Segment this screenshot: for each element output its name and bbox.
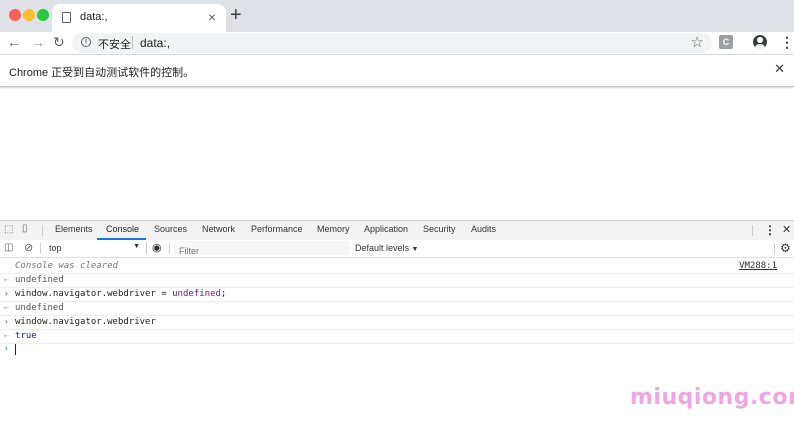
browser-toolbar: ← → ↻ i 不安全 data:, ☆ C ⋮ [0, 32, 794, 55]
settings-gear-icon[interactable]: ⚙ [780, 241, 791, 255]
extension-icon[interactable]: C [719, 35, 733, 49]
console-input-text: window.navigator.webdriver [15, 317, 156, 327]
reload-button[interactable]: ↻ [53, 34, 65, 50]
automation-infobar: Chrome 正受到自动测试软件的控制。 ✕ [0, 55, 794, 87]
divider [132, 36, 133, 49]
browser-tab[interactable]: data:, × [52, 4, 226, 32]
watermark: miuqiong.com [630, 385, 794, 410]
bookmark-star-icon[interactable]: ☆ [691, 33, 704, 51]
new-tab-button[interactable]: + [230, 4, 242, 26]
divider [752, 225, 753, 236]
eye-icon[interactable]: ◉ [152, 241, 162, 254]
console-row: › window.navigator.webdriver = undefined… [0, 288, 794, 302]
result-arrow-icon: ⇠ [4, 275, 9, 284]
result-arrow-icon: ⇠ [4, 331, 9, 340]
console-output-text: undefined [15, 303, 64, 313]
log-levels-label: Default levels [355, 243, 410, 253]
tab-memory[interactable]: Memory [317, 224, 350, 234]
security-label[interactable]: 不安全 [98, 36, 131, 52]
console-row: Console was cleared VM288:1 [0, 260, 794, 274]
input-chevron-icon: › [4, 289, 9, 298]
infobar-close-icon[interactable]: ✕ [774, 61, 785, 77]
filter-input-wrapper [174, 241, 350, 258]
close-window-button[interactable] [9, 9, 21, 21]
tab-close-icon[interactable]: × [208, 9, 216, 25]
console-row: ⇠ undefined [0, 274, 794, 288]
console-row: ⇠ undefined [0, 302, 794, 316]
clear-console-icon[interactable]: ⊘ [24, 241, 33, 254]
info-icon[interactable]: i [81, 37, 91, 47]
back-button[interactable]: ← [7, 34, 21, 50]
divider [169, 243, 170, 254]
console-prompt[interactable]: › [0, 343, 794, 356]
console-output-text: undefined [15, 275, 64, 285]
page-icon [62, 12, 71, 23]
forward-button[interactable]: → [31, 34, 45, 50]
console-row: › window.navigator.webdriver [0, 316, 794, 330]
tab-console[interactable]: Console [106, 224, 139, 234]
minimize-window-button[interactable] [23, 9, 35, 21]
tab-strip: data:, × + [0, 0, 794, 32]
tab-application[interactable]: Application [364, 224, 408, 234]
browser-menu-icon[interactable]: ⋮ [780, 34, 794, 50]
filter-input[interactable] [174, 244, 349, 258]
tab-sources[interactable]: Sources [154, 224, 187, 234]
infobar-message: Chrome 正受到自动测试软件的控制。 [9, 67, 195, 79]
tab-network[interactable]: Network [202, 224, 235, 234]
devtools-close-icon[interactable]: ✕ [782, 223, 791, 236]
text-caret [15, 344, 16, 355]
tab-security[interactable]: Security [423, 224, 456, 234]
result-arrow-icon: ⇠ [4, 303, 9, 312]
account-avatar-icon[interactable] [753, 35, 767, 49]
address-bar[interactable]: i 不安全 data:, ☆ [72, 33, 712, 53]
tab-elements[interactable]: Elements [55, 224, 93, 234]
chevron-down-icon: ▼ [133, 243, 140, 250]
prompt-chevron-icon: › [4, 344, 9, 353]
inspect-element-icon[interactable]: ⬚ [4, 224, 13, 235]
sidebar-toggle-icon[interactable]: ◫ [4, 242, 13, 253]
chevron-down-icon: ▼ [411, 246, 419, 253]
devtools-menu-icon[interactable]: ⋮ [764, 223, 776, 237]
tab-audits[interactable]: Audits [471, 224, 496, 234]
zoom-window-button[interactable] [37, 9, 49, 21]
divider [40, 243, 41, 254]
console-cleared-message: Console was cleared [15, 261, 118, 271]
context-value: top [49, 243, 62, 253]
tab-performance[interactable]: Performance [251, 224, 303, 234]
divider [42, 225, 43, 236]
source-link[interactable]: VM288:1 [739, 261, 777, 271]
url-text[interactable]: data:, [140, 36, 170, 50]
divider [146, 243, 147, 254]
console-output-text: true [15, 331, 37, 341]
input-chevron-icon: › [4, 317, 9, 326]
device-toolbar-icon[interactable]: ▯ [22, 223, 28, 234]
context-selector[interactable]: top ▼ [44, 241, 144, 255]
console-input-text: window.navigator.webdriver = undefined; [15, 289, 227, 299]
tab-title: data:, [80, 11, 108, 23]
log-levels-dropdown[interactable]: Default levels ▼ [355, 243, 418, 253]
console-row: ⇠ true [0, 330, 794, 344]
devtools-tab-bar: ⬚ ▯ Elements Console Sources Network Per… [0, 220, 794, 241]
divider [774, 243, 775, 254]
console-toolbar: ◫ ⊘ top ▼ ◉ Default levels ▼ ⚙ [0, 240, 794, 258]
